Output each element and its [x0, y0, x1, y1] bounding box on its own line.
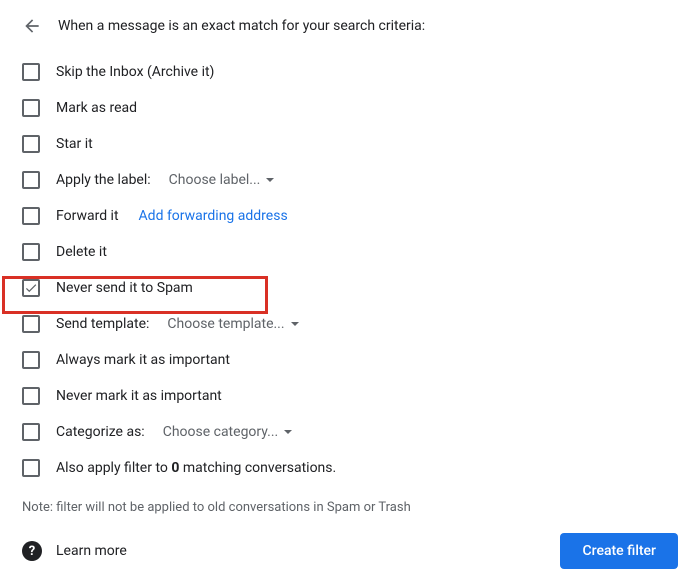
dropdown-apply-label-text: Choose label...	[169, 172, 261, 188]
label-apply-label: Apply the label:	[56, 172, 151, 188]
chevron-down-icon	[284, 430, 292, 434]
checkbox-forward[interactable]	[22, 207, 40, 225]
checkbox-never-important[interactable]	[22, 387, 40, 405]
label-mark-read: Mark as read	[56, 100, 137, 116]
dropdown-categorize-text: Choose category...	[163, 424, 279, 440]
label-star: Star it	[56, 136, 93, 152]
dropdown-send-template-text: Choose template...	[167, 316, 284, 332]
note-text: Note: filter will not be applied to old …	[16, 500, 684, 515]
checkbox-star[interactable]	[22, 135, 40, 153]
learn-more-link[interactable]: Learn more	[56, 543, 127, 559]
label-send-template: Send template:	[56, 316, 149, 332]
label-also-apply: Also apply filter to 0 matching conversa…	[56, 460, 336, 476]
option-mark-read: Mark as read	[16, 90, 684, 126]
label-delete: Delete it	[56, 244, 107, 260]
dropdown-categorize[interactable]: Choose category...	[163, 424, 293, 440]
create-filter-button[interactable]: Create filter	[560, 533, 678, 569]
label-skip-inbox: Skip the Inbox (Archive it)	[56, 64, 214, 80]
also-apply-suffix: matching conversations.	[179, 460, 336, 476]
dropdown-apply-label[interactable]: Choose label...	[169, 172, 275, 188]
checkbox-also-apply[interactable]	[22, 459, 40, 477]
label-never-important: Never mark it as important	[56, 388, 222, 404]
dropdown-send-template[interactable]: Choose template...	[167, 316, 298, 332]
option-categorize: Categorize as: Choose category...	[16, 414, 684, 450]
checkbox-always-important[interactable]	[22, 351, 40, 369]
option-delete: Delete it	[16, 234, 684, 270]
option-forward: Forward it Add forwarding address	[16, 198, 684, 234]
header: When a message is an exact match for you…	[16, 16, 684, 36]
option-always-important: Always mark it as important	[16, 342, 684, 378]
option-also-apply: Also apply filter to 0 matching conversa…	[16, 450, 684, 486]
label-categorize: Categorize as:	[56, 424, 145, 440]
option-never-spam: Never send it to Spam	[16, 270, 684, 306]
option-star: Star it	[16, 126, 684, 162]
checkbox-skip-inbox[interactable]	[22, 63, 40, 81]
chevron-down-icon	[291, 322, 299, 326]
option-send-template: Send template: Choose template...	[16, 306, 684, 342]
option-never-important: Never mark it as important	[16, 378, 684, 414]
checkbox-delete[interactable]	[22, 243, 40, 261]
chevron-down-icon	[266, 178, 274, 182]
back-arrow-icon[interactable]	[22, 16, 42, 36]
checkbox-send-template[interactable]	[22, 315, 40, 333]
checkbox-never-spam[interactable]	[22, 279, 40, 297]
checkbox-categorize[interactable]	[22, 423, 40, 441]
option-apply-label: Apply the label: Choose label...	[16, 162, 684, 198]
also-apply-prefix: Also apply filter to	[56, 460, 171, 476]
label-always-important: Always mark it as important	[56, 352, 230, 368]
checkbox-mark-read[interactable]	[22, 99, 40, 117]
footer: ? Learn more Create filter	[16, 533, 684, 569]
help-icon[interactable]: ?	[22, 541, 42, 561]
label-forward: Forward it	[56, 208, 119, 224]
footer-left: ? Learn more	[22, 541, 127, 561]
options-list: Skip the Inbox (Archive it) Mark as read…	[16, 54, 684, 486]
label-never-spam: Never send it to Spam	[56, 280, 193, 296]
checkbox-apply-label[interactable]	[22, 171, 40, 189]
add-forwarding-link[interactable]: Add forwarding address	[139, 208, 288, 224]
header-title: When a message is an exact match for you…	[58, 18, 425, 34]
option-skip-inbox: Skip the Inbox (Archive it)	[16, 54, 684, 90]
